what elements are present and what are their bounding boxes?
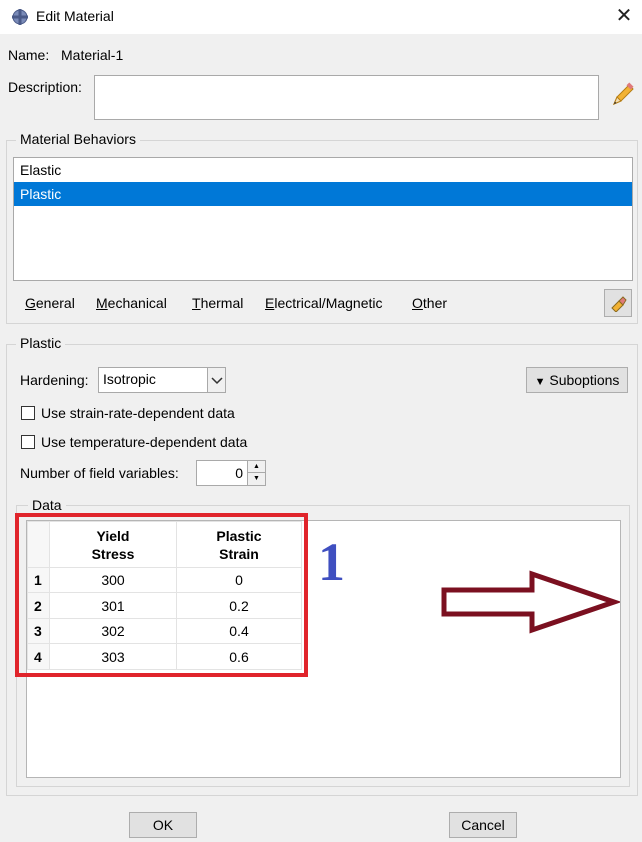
data-title: Data (28, 497, 66, 513)
menu-electrical-magnetic[interactable]: Electrical/Magnetic (265, 295, 383, 311)
pencil-icon[interactable] (608, 82, 636, 110)
menu-mechanical[interactable]: Mechanical (96, 295, 167, 311)
material-behaviors-title: Material Behaviors (16, 131, 140, 147)
chevron-down-icon (211, 377, 223, 385)
annotation-number: 1 (318, 532, 345, 592)
hardening-label: Hardening: (20, 372, 89, 388)
suboptions-button[interactable]: ▼ Suboptions (526, 367, 628, 393)
eraser-icon (611, 296, 627, 313)
field-variables-stepper[interactable]: 0 ▲ ▼ (196, 460, 266, 486)
hardening-dropdown-button[interactable] (207, 368, 225, 392)
menu-thermal[interactable]: Thermal (192, 295, 243, 311)
field-variables-label: Number of field variables: (20, 465, 179, 481)
ok-button[interactable]: OK (129, 812, 197, 838)
hardening-value: Isotropic (103, 371, 156, 387)
description-field[interactable] (94, 75, 599, 120)
window-title: Edit Material (36, 8, 114, 24)
strain-rate-checkbox[interactable] (21, 406, 35, 420)
name-value: Material-1 (61, 47, 124, 63)
behavior-item-elastic[interactable]: Elastic (14, 158, 632, 182)
field-variables-value: 0 (235, 465, 243, 481)
title-bar: Edit Material ✕ (0, 0, 642, 34)
behavior-item-plastic[interactable]: Plastic (14, 182, 632, 206)
temperature-label: Use temperature-dependent data (41, 434, 248, 450)
cancel-button[interactable]: Cancel (449, 812, 517, 838)
annotation-highlight-box (15, 513, 308, 677)
material-icon (12, 9, 28, 25)
hardening-select[interactable]: Isotropic (98, 367, 226, 393)
triangle-down-icon: ▼ (534, 376, 546, 388)
annotation-arrow-icon (441, 570, 620, 634)
edit-behavior-button[interactable] (604, 289, 632, 317)
stepper-buttons[interactable]: ▲ ▼ (247, 461, 265, 485)
stepper-down-icon[interactable]: ▼ (248, 473, 265, 484)
plastic-title: Plastic (16, 335, 66, 351)
description-label: Description: (8, 79, 82, 95)
close-icon[interactable]: ✕ (612, 4, 636, 28)
stepper-up-icon[interactable]: ▲ (248, 461, 265, 473)
menu-other[interactable]: Other (412, 295, 447, 311)
name-label: Name: (8, 47, 50, 63)
strain-rate-label: Use strain-rate-dependent data (41, 405, 235, 421)
menu-general[interactable]: General (25, 295, 75, 311)
suboptions-label: Suboptions (549, 372, 620, 388)
behaviors-list[interactable]: Elastic Plastic (13, 157, 633, 281)
temperature-checkbox[interactable] (21, 435, 35, 449)
